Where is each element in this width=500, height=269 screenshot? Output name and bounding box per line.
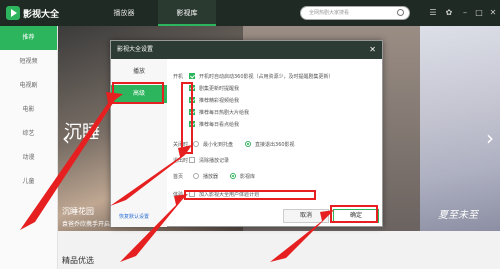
arrow-to-ok: [270, 210, 334, 262]
arrow-to-experience: [120, 194, 188, 262]
annotation-arrows: [20, 92, 334, 262]
arrow-to-advanced: [20, 92, 123, 230]
